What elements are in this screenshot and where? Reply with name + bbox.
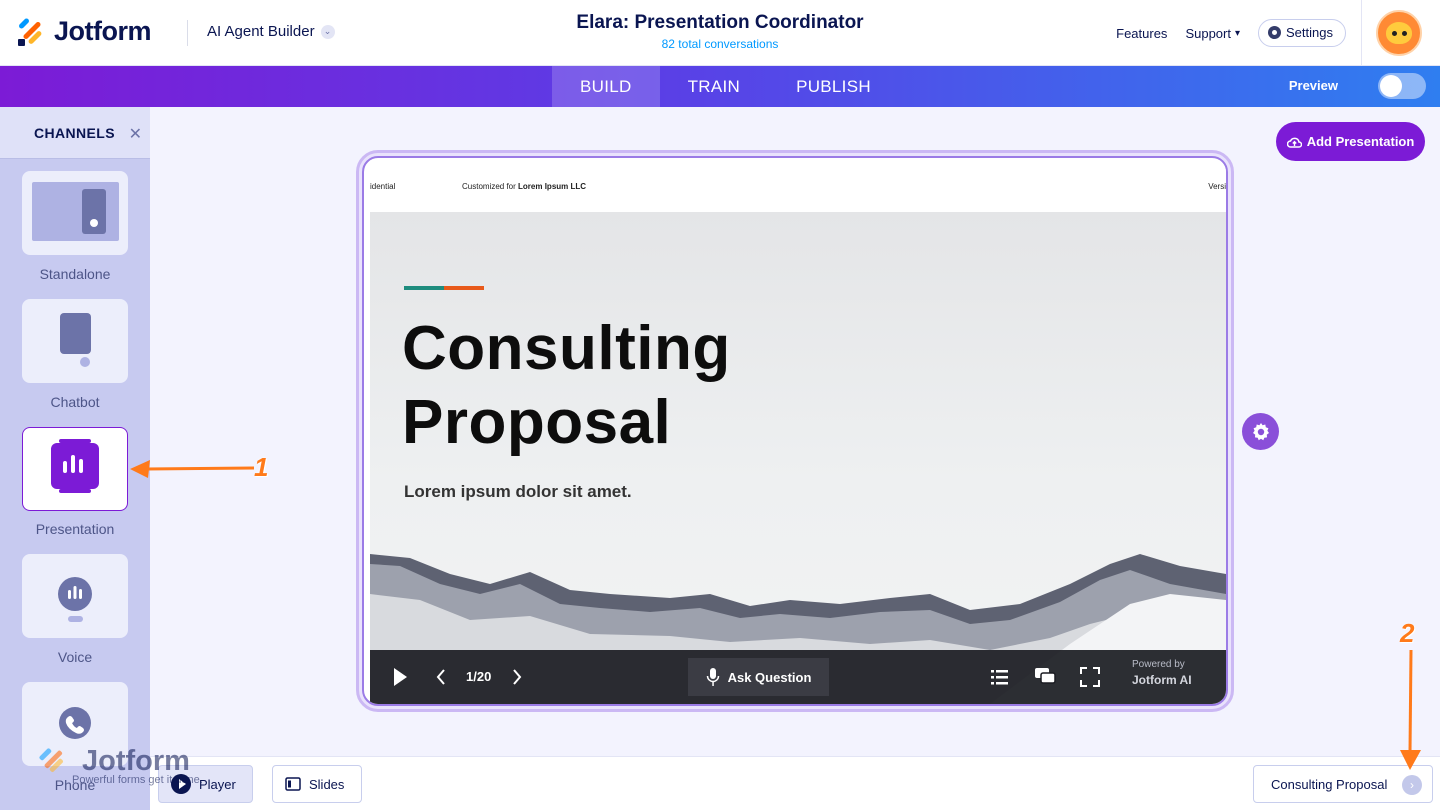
- jotform-logo-icon: [39, 748, 63, 772]
- powered-by: Powered by Jotform AI: [1132, 659, 1192, 687]
- customized-company: Lorem Ipsum LLC: [518, 182, 587, 191]
- channel-label: Standalone: [39, 266, 111, 282]
- slide-title-line: Consulting: [402, 314, 731, 383]
- channel-label: Chatbot: [50, 394, 100, 410]
- annotation-arrow-1: [130, 460, 255, 478]
- slide: idential Customized for Lorem Ipsum LLC …: [370, 160, 1226, 704]
- avatar[interactable]: [1376, 10, 1422, 56]
- tab-build[interactable]: BUILD: [552, 66, 660, 107]
- page-indicator: 1/20: [466, 669, 492, 684]
- preview-toggle[interactable]: [1378, 73, 1426, 99]
- tab-train[interactable]: TRAIN: [660, 66, 769, 107]
- watermark-tagline: Powerful forms get it done.: [72, 774, 203, 786]
- avatar-eye: [1392, 31, 1397, 36]
- header-nav: Features Support ▾ Settings: [1116, 19, 1346, 47]
- channel-label: Voice: [57, 649, 93, 665]
- slide-accent-line: [404, 286, 484, 290]
- add-presentation-button[interactable]: Add Presentation: [1276, 122, 1425, 161]
- powered-by-brand: Jotform AI: [1132, 673, 1192, 687]
- voice-icon: [58, 577, 92, 622]
- channel-voice[interactable]: [22, 554, 128, 638]
- top-header: Jotform AI Agent Builder ⌄ Elara: Presen…: [0, 0, 1440, 66]
- tab-publish[interactable]: PUBLISH: [768, 66, 899, 107]
- document-name: Consulting Proposal: [1271, 776, 1388, 792]
- channel-chatbot[interactable]: [22, 299, 128, 383]
- slides-label: Slides: [309, 776, 345, 792]
- chatbot-icon: [60, 313, 91, 367]
- player-label: Player: [199, 776, 236, 792]
- chat-icon[interactable]: [1034, 666, 1056, 686]
- preview-label: Preview: [1288, 78, 1338, 93]
- slide-customized: Customized for Lorem Ipsum LLC: [462, 182, 586, 191]
- builder-tab-bar: BUILD TRAIN PUBLISH Preview: [0, 66, 1440, 107]
- annotation-label-1: 1: [254, 452, 269, 482]
- bottom-toolbar: Player Slides Consulting Proposal ›: [150, 756, 1440, 810]
- customized-prefix: Customized for: [462, 182, 516, 191]
- ask-question-label: Ask Question: [727, 669, 812, 685]
- list-icon[interactable]: [990, 668, 1010, 686]
- channel-label: Presentation: [35, 521, 115, 537]
- tabs: BUILD TRAIN PUBLISH: [552, 66, 899, 107]
- channel-standalone[interactable]: [22, 171, 128, 255]
- chevron-right-icon: ›: [1402, 775, 1422, 795]
- slide-confidential: idential: [370, 182, 396, 191]
- slide-body: Consulting Proposal Lorem ipsum dolor si…: [370, 212, 1226, 704]
- features-link[interactable]: Features: [1116, 26, 1167, 41]
- annotation-arrow-2: [1400, 649, 1421, 770]
- cloud-upload-icon: [1286, 137, 1302, 148]
- standalone-icon: [32, 182, 119, 241]
- slide-version: Versi: [1208, 182, 1226, 191]
- slide-subtitle: Lorem ipsum dolor sit amet.: [404, 482, 632, 501]
- fullscreen-icon[interactable]: [1080, 667, 1100, 687]
- annotation-label-2: 2: [1400, 618, 1415, 648]
- settings-button[interactable]: Settings: [1258, 19, 1346, 47]
- avatar-face: [1386, 22, 1412, 44]
- settings-label: Settings: [1286, 25, 1333, 40]
- chevron-left-icon[interactable]: [436, 668, 446, 686]
- support-menu[interactable]: Support ▾: [1185, 26, 1240, 41]
- support-label: Support: [1185, 25, 1231, 41]
- gear-icon: [1252, 422, 1269, 440]
- slide-title-line: Proposal: [402, 388, 672, 457]
- slide-title: Consulting Proposal: [402, 312, 731, 460]
- add-presentation-label: Add Presentation: [1306, 134, 1415, 149]
- microphone-icon: [706, 668, 719, 686]
- channel-presentation[interactable]: [22, 427, 128, 511]
- slides-icon: [285, 777, 301, 791]
- avatar-eye: [1402, 31, 1407, 36]
- channels-header: CHANNELS: [0, 107, 150, 159]
- slide-settings-button[interactable]: [1242, 413, 1279, 450]
- presentation-preview: idential Customized for Lorem Ipsum LLC …: [362, 156, 1228, 706]
- toggle-knob: [1380, 75, 1402, 97]
- header-divider: [1361, 0, 1362, 66]
- player-controls: 1/20 Ask Question Powered by Jotform AI: [370, 650, 1226, 704]
- ask-question-button[interactable]: Ask Question: [688, 658, 829, 696]
- presentation-icon: [51, 439, 99, 493]
- jotform-watermark: Jotform Powerful forms get it done.: [38, 744, 203, 786]
- play-icon[interactable]: [392, 666, 408, 688]
- gear-icon: [1268, 26, 1282, 39]
- chevron-down-icon: ▾: [1234, 27, 1241, 39]
- close-icon[interactable]: ✕: [129, 124, 142, 144]
- powered-by-label: Powered by: [1132, 659, 1185, 670]
- slides-tab-button[interactable]: Slides: [272, 765, 362, 803]
- chevron-right-icon[interactable]: [512, 668, 522, 686]
- presentation-preview-frame: idential Customized for Lorem Ipsum LLC …: [356, 150, 1234, 712]
- slide-header: idential Customized for Lorem Ipsum LLC …: [370, 160, 1226, 212]
- channels-title: CHANNELS: [34, 124, 115, 141]
